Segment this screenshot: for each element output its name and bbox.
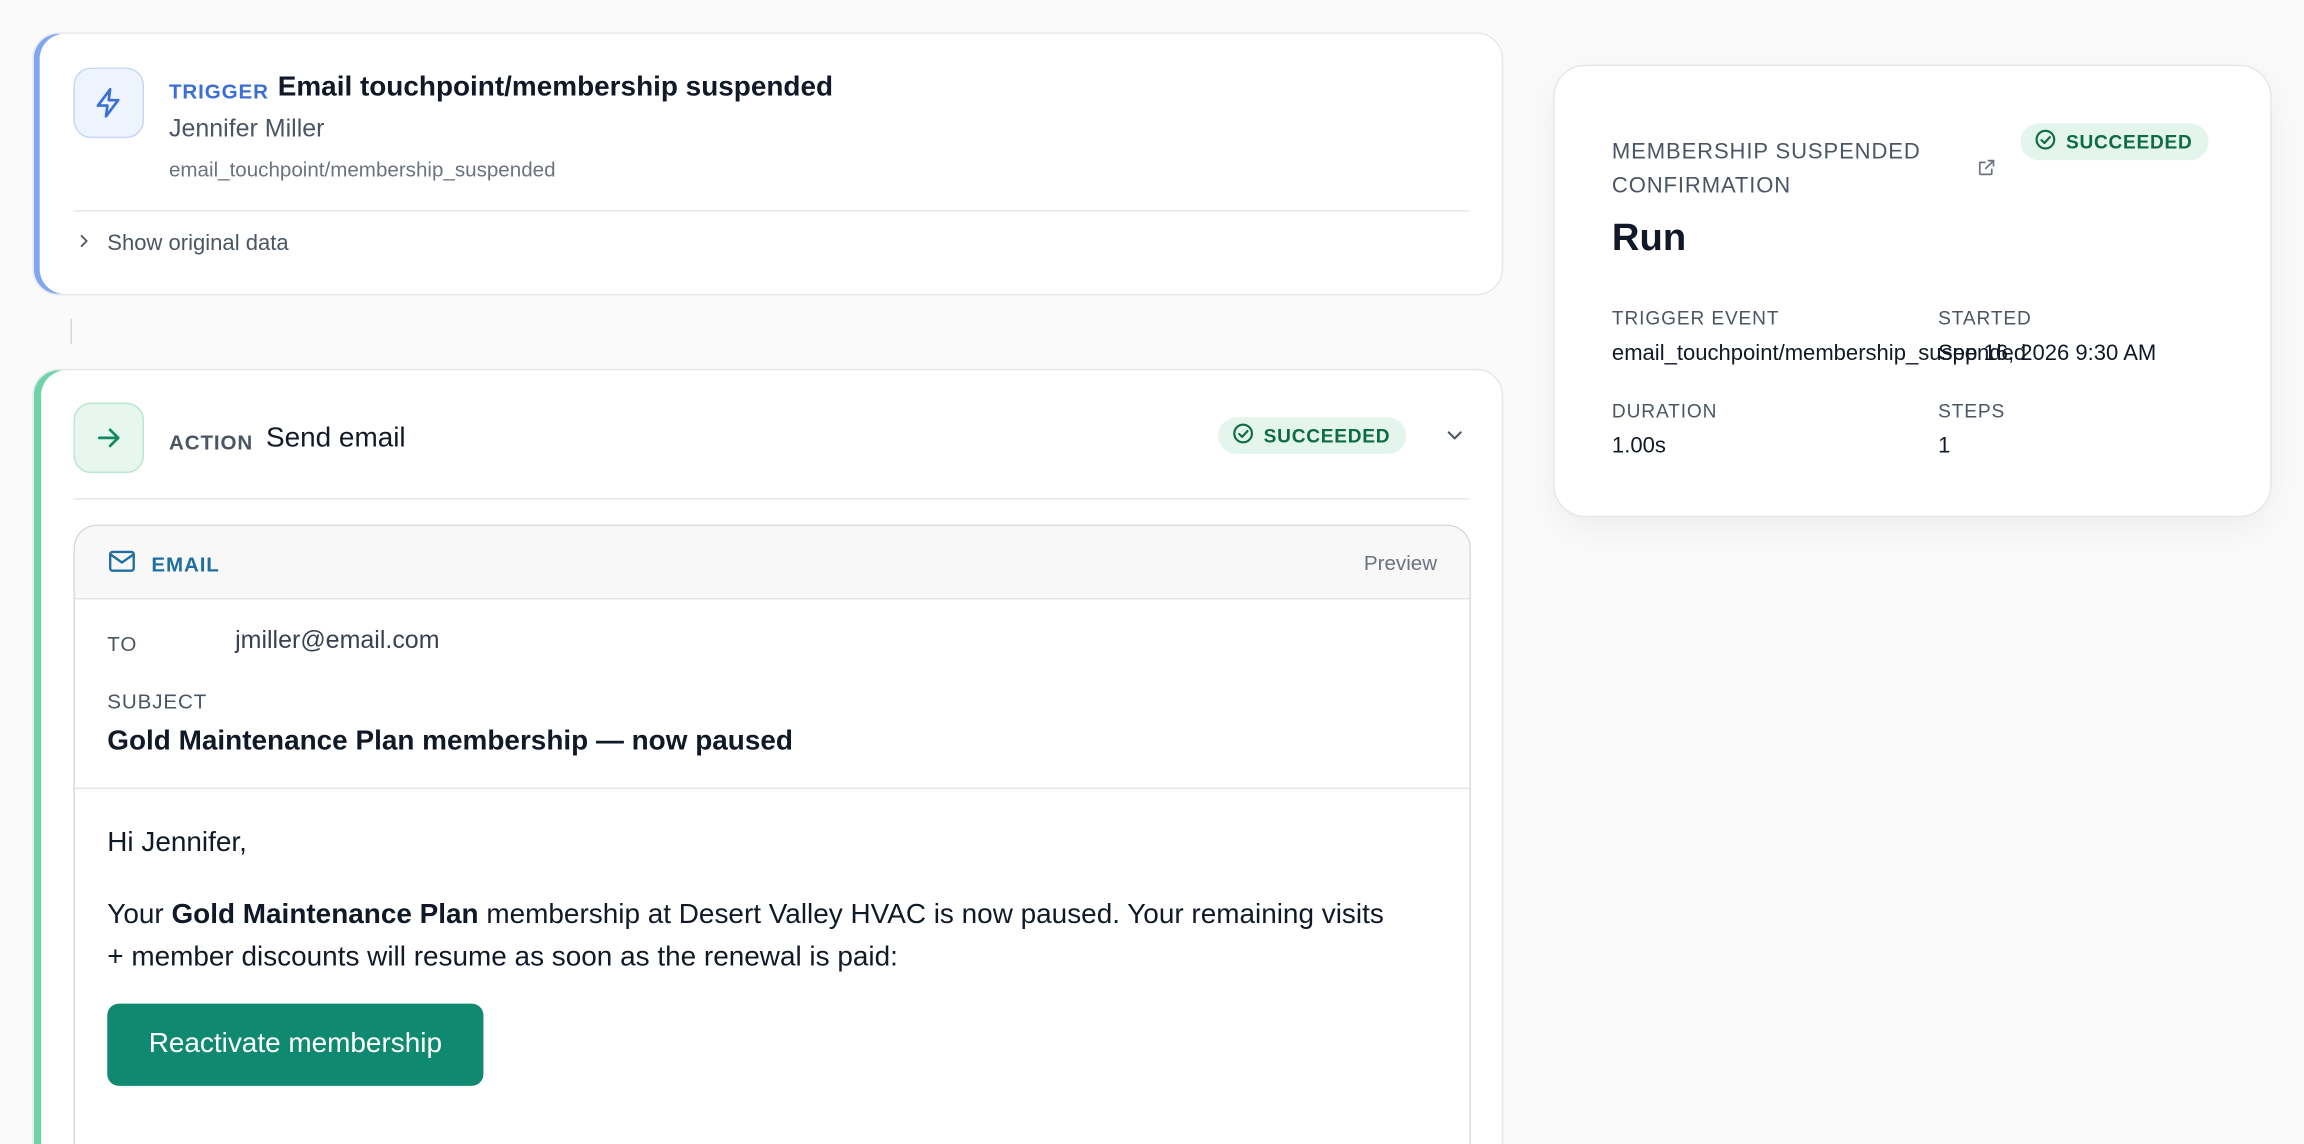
- action-card: ACTION Send email SUCCEEDED EMAIL Previe…: [32, 368, 1504, 1144]
- trigger-event-label: TRIGGER EVENT: [1611, 307, 1780, 330]
- run-status-badge: SUCCEEDED: [2020, 123, 2209, 161]
- show-original-data-label: Show original data: [107, 230, 289, 256]
- preview-link[interactable]: Preview: [1364, 551, 1437, 575]
- subject-label: SUBJECT: [107, 689, 208, 713]
- action-status-badge: SUCCEEDED: [1218, 417, 1407, 455]
- show-original-data-toggle[interactable]: Show original data: [75, 231, 289, 256]
- reactivate-membership-button[interactable]: Reactivate membership: [107, 1003, 484, 1086]
- step-connector: [70, 318, 73, 344]
- email-section-label: EMAIL: [107, 550, 220, 578]
- chevron-right-icon: [75, 231, 93, 256]
- steps-value: 1: [1938, 433, 1951, 459]
- trigger-title: Email touchpoint/membership suspended: [277, 72, 834, 103]
- check-circle-icon: [2034, 128, 2058, 156]
- check-circle-icon: [1231, 422, 1255, 450]
- run-status-text: SUCCEEDED: [2065, 130, 2193, 153]
- steps-label: STEPS: [1938, 399, 2006, 422]
- run-title: Run: [1611, 214, 1687, 259]
- email-separator: [74, 787, 1470, 790]
- started-value: Sep 16, 2026 9:30 AM: [1938, 340, 2157, 366]
- started-label: STARTED: [1938, 307, 2032, 330]
- mail-icon: [107, 550, 136, 578]
- trigger-event-slug: email_touchpoint/membership_suspended: [168, 157, 556, 181]
- email-preview-panel: EMAIL Preview TO jmiller@email.com SUBJE…: [73, 524, 1471, 1144]
- action-kind-label: ACTION: [168, 430, 254, 455]
- subject-line: Gold Maintenance Plan membership — now p…: [107, 725, 793, 757]
- to-address: jmiller@email.com: [235, 625, 440, 654]
- trigger-card: TRIGGER Email touchpoint/membership susp…: [32, 32, 1504, 296]
- email-label-text: EMAIL: [151, 551, 220, 576]
- run-summary-card: MEMBERSHIP SUSPENDED CONFIRMATION SUCCEE…: [1553, 64, 2272, 518]
- to-label: TO: [107, 631, 138, 656]
- duration-label: DURATION: [1611, 399, 1718, 422]
- trigger-person: Jennifer Miller: [168, 114, 325, 143]
- arrow-right-icon: [73, 402, 145, 474]
- email-greeting: Hi Jennifer,: [107, 827, 247, 859]
- workflow-name: MEMBERSHIP SUSPENDED CONFIRMATION: [1611, 139, 1921, 199]
- plan-name: Gold Maintenance Plan: [171, 899, 479, 931]
- email-body: Your Gold Maintenance Plan membership at…: [107, 899, 1384, 973]
- action-divider: [73, 498, 1470, 500]
- collapse-action-button[interactable]: [1440, 423, 1469, 452]
- lightning-bolt-icon: [73, 67, 145, 139]
- action-title: Send email: [265, 423, 406, 455]
- trigger-kind-label: TRIGGER: [168, 79, 269, 103]
- chevron-down-icon: [1444, 424, 1465, 452]
- external-link-icon[interactable]: [1976, 157, 1997, 178]
- email-header: EMAIL Preview: [74, 526, 1470, 600]
- action-status-text: SUCCEEDED: [1263, 424, 1391, 447]
- trigger-divider: [73, 210, 1470, 212]
- duration-value: 1.00s: [1611, 433, 1666, 459]
